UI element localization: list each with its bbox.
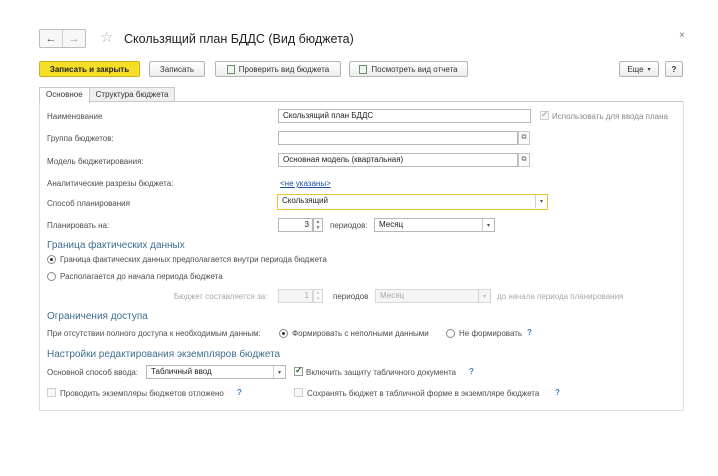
group-label: Группа бюджетов: xyxy=(47,134,114,143)
plan-for-stepper[interactable]: ▲ ▼ xyxy=(313,218,323,232)
composed-period-dropdown-icon: ▾ xyxy=(478,290,490,302)
forward-button[interactable]: → xyxy=(62,30,85,47)
panel-border-right xyxy=(683,101,684,411)
analytics-label: Аналитические разрезы бюджета: xyxy=(47,179,174,188)
group-field[interactable] xyxy=(278,131,518,145)
deferred-help-icon[interactable]: ? xyxy=(237,388,242,397)
plan-for-count-field[interactable]: 3 xyxy=(278,218,313,232)
close-icon[interactable]: × xyxy=(679,30,685,41)
composed-suffix-label: до начала периода планирования xyxy=(497,292,624,301)
actual-border-inside-label: Граница фактических данных предполагаетс… xyxy=(60,255,327,264)
window-title: Скользящий план БДДС (Вид бюджета) xyxy=(124,32,354,46)
input-method-dropdown-icon[interactable]: ▾ xyxy=(273,366,285,378)
actual-border-before-radio[interactable] xyxy=(47,272,56,281)
view-report-button[interactable]: Посмотреть вид отчета xyxy=(349,61,468,77)
back-button[interactable]: ← xyxy=(40,30,62,47)
plan-for-period-select[interactable]: Месяц ▾ xyxy=(374,218,495,232)
save-and-close-button[interactable]: Записать и закрыть xyxy=(39,61,140,77)
panel-border-left xyxy=(39,101,40,411)
chevron-down-icon: ▾ xyxy=(647,66,651,73)
plan-for-period-dropdown-icon[interactable]: ▾ xyxy=(482,219,494,231)
composed-periods-label: периодов xyxy=(333,292,369,301)
actual-border-inside-radio[interactable] xyxy=(47,255,56,264)
access-label: При отсутствии полного доступа к необход… xyxy=(47,329,261,338)
check-budget-button[interactable]: Проверить вид бюджета xyxy=(215,61,341,77)
access-none-radio[interactable] xyxy=(446,329,455,338)
panel-border-bottom xyxy=(39,410,684,411)
composed-period-select: Месяц ▾ xyxy=(375,289,491,303)
save-table-form-checkbox[interactable] xyxy=(294,388,303,397)
actual-border-title: Граница фактических данных xyxy=(47,240,185,251)
planning-method-label: Способ планирования xyxy=(47,199,130,208)
help-button[interactable]: ? xyxy=(665,61,683,77)
view-report-label: Посмотреть вид отчета xyxy=(371,64,458,74)
tab-divider xyxy=(39,101,684,102)
favorite-star-icon[interactable]: ☆ xyxy=(100,28,113,46)
tab-bar: Основное Структура бюджета xyxy=(39,87,176,103)
composed-for-stepper: ▲ ▼ xyxy=(313,289,323,303)
access-partial-label: Формировать с неполными данными xyxy=(292,329,429,338)
composed-for-label: Бюджет составляется за: xyxy=(174,292,268,301)
protect-table-checkbox[interactable] xyxy=(294,365,303,376)
model-label: Модель бюджетирования: xyxy=(47,157,144,166)
plan-for-period-value: Месяц xyxy=(379,220,404,229)
composed-period-value: Месяц xyxy=(380,291,405,300)
planning-method-value: Скользящий xyxy=(282,196,328,205)
planning-method-dropdown-icon[interactable]: ▾ xyxy=(535,195,547,208)
access-title: Ограничения доступа xyxy=(47,311,148,322)
use-for-input-checkbox xyxy=(540,109,549,120)
save-table-form-label: Сохранять бюджет в табличной форме в экз… xyxy=(307,389,540,398)
more-label: Еще xyxy=(627,64,644,74)
access-partial-radio[interactable] xyxy=(279,329,288,338)
deferred-posting-checkbox[interactable] xyxy=(47,388,56,397)
protect-table-label: Включить защиту табличного документа xyxy=(306,368,457,377)
input-method-select[interactable]: Табличный ввод ▾ xyxy=(146,365,286,379)
save-button[interactable]: Записать xyxy=(149,61,205,77)
protect-help-icon[interactable]: ? xyxy=(469,367,474,376)
planning-method-field[interactable]: Скользящий ▾ xyxy=(277,194,548,210)
analytics-link[interactable]: <не указаны> xyxy=(280,179,331,188)
input-method-label: Основной способ ввода: xyxy=(47,368,139,377)
deferred-posting-label: Проводить экземпляры бюджетов отложено xyxy=(60,389,224,398)
model-open-icon[interactable]: ⧉ xyxy=(518,153,530,167)
plan-for-label: Планировать на: xyxy=(47,221,110,230)
access-none-label: Не формировать xyxy=(459,329,523,338)
use-for-input-label: Использовать для ввода плана xyxy=(552,112,668,121)
model-field[interactable]: Основная модель (квартальная) xyxy=(278,153,518,167)
input-method-value: Табличный ввод xyxy=(151,367,212,376)
check-document-icon xyxy=(226,64,235,74)
name-label: Наименование xyxy=(47,112,103,121)
check-budget-label: Проверить вид бюджета xyxy=(238,64,330,74)
plan-for-periods-label: периодов: xyxy=(330,221,368,230)
actual-border-before-label: Располагается до начала периода бюджета xyxy=(60,272,223,281)
name-field[interactable]: Скользящий план БДДС xyxy=(278,109,531,123)
nav-buttons: ← → xyxy=(39,29,86,48)
edit-settings-title: Настройки редактирования экземпляров бюд… xyxy=(47,349,281,360)
report-icon xyxy=(359,64,368,74)
tab-budget-structure[interactable]: Структура бюджета xyxy=(88,87,176,102)
composed-for-field: 1 xyxy=(278,289,313,303)
group-open-icon[interactable]: ⧉ xyxy=(518,131,530,145)
access-help-icon[interactable]: ? xyxy=(527,328,532,337)
more-button[interactable]: Еще ▾ xyxy=(619,61,659,77)
save-table-help-icon[interactable]: ? xyxy=(555,388,560,397)
tab-main[interactable]: Основное xyxy=(39,87,90,103)
